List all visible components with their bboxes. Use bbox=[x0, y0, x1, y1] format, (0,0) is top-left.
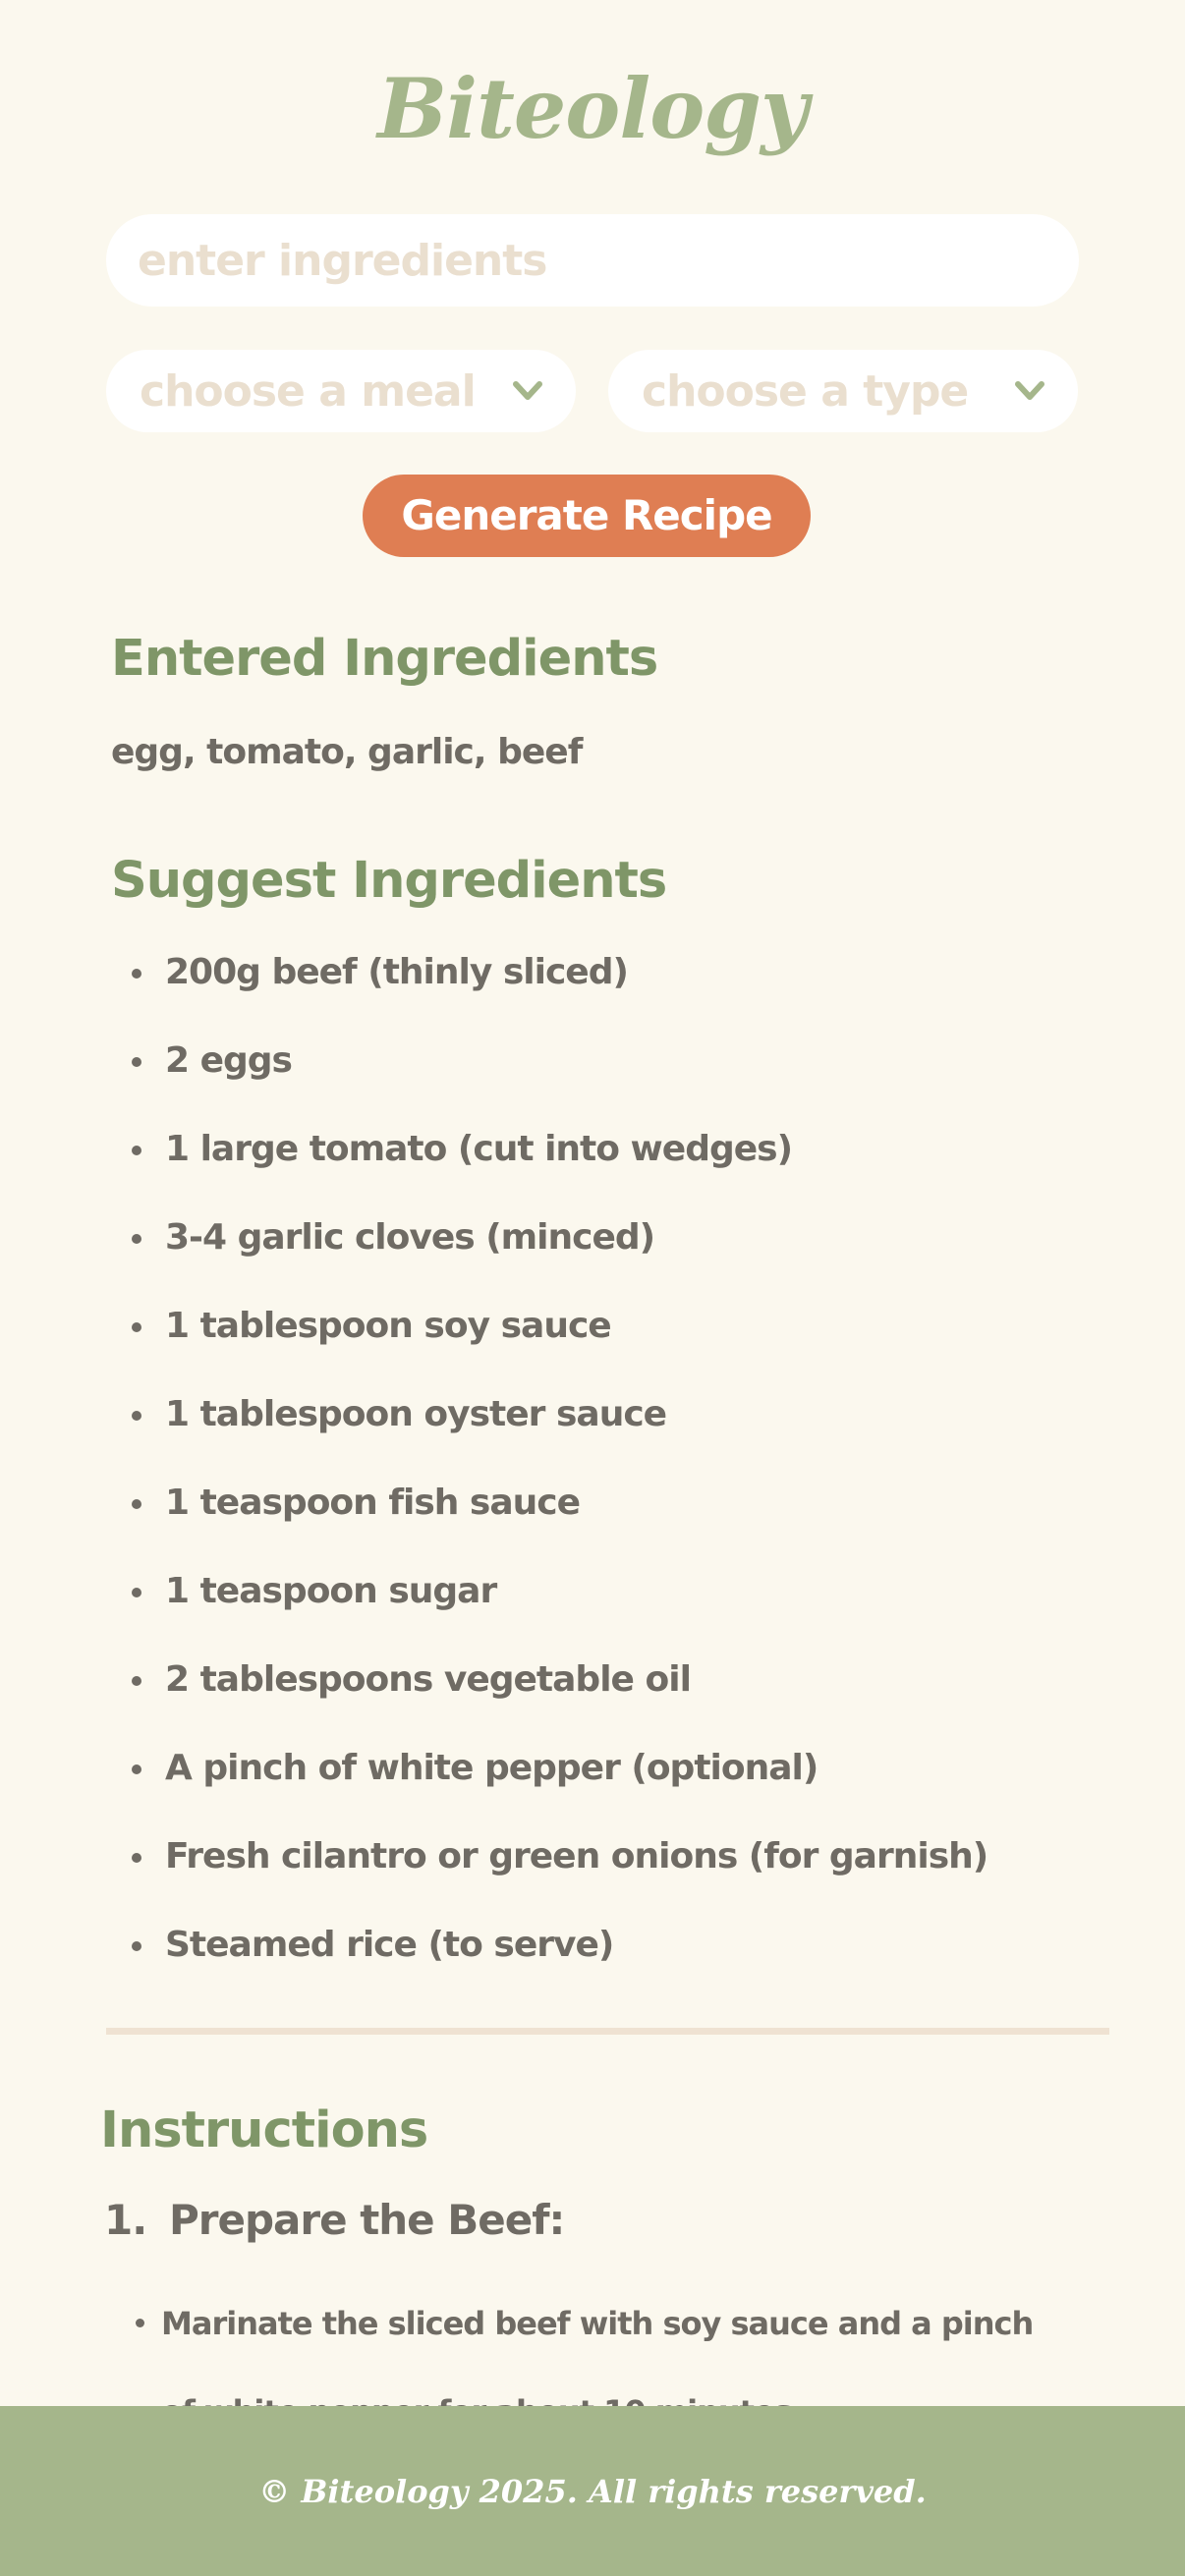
list-item-text: 1 teaspoon sugar bbox=[165, 1571, 497, 1611]
bullet bbox=[132, 1411, 141, 1421]
list-item: Fresh cilantro or green onions (for garn… bbox=[128, 1829, 1169, 1918]
instructions-title: Instructions bbox=[100, 2101, 428, 2159]
list-item: 1 teaspoon fish sauce bbox=[128, 1476, 1169, 1564]
list-item: Steamed rice (to serve) bbox=[128, 1918, 1169, 2006]
bullet bbox=[132, 1234, 141, 1244]
list-item-text: 1 large tomato (cut into wedges) bbox=[165, 1129, 793, 1169]
generate-recipe-button[interactable]: Generate Recipe bbox=[363, 475, 811, 557]
bullet bbox=[132, 1322, 141, 1332]
bullet bbox=[132, 1499, 141, 1509]
bullet bbox=[132, 1941, 141, 1951]
step-number: 1. bbox=[104, 2196, 147, 2244]
type-select-value: choose a type bbox=[642, 365, 969, 417]
list-item-text: 2 tablespoons vegetable oil bbox=[165, 1659, 692, 1700]
bullet bbox=[132, 1853, 141, 1863]
list-item-text: 200g beef (thinly sliced) bbox=[165, 952, 629, 992]
list-item: 3-4 garlic cloves (minced) bbox=[128, 1210, 1169, 1299]
list-item-text: 3-4 garlic cloves (minced) bbox=[165, 1217, 655, 1258]
bullet bbox=[132, 1057, 141, 1067]
list-item: 1 tablespoon soy sauce bbox=[128, 1299, 1169, 1387]
divider bbox=[106, 2028, 1109, 2035]
type-select[interactable]: choose a type bbox=[608, 350, 1078, 432]
bullet bbox=[136, 2319, 144, 2327]
entered-ingredients-text: egg, tomato, garlic, beef bbox=[111, 732, 583, 772]
suggest-ingredients-title: Suggest Ingredients bbox=[111, 852, 667, 910]
chevron-down-icon bbox=[1015, 381, 1044, 400]
app-title: Biteology bbox=[377, 60, 809, 157]
list-item-text: Fresh cilantro or green onions (for garn… bbox=[165, 1836, 988, 1876]
chevron-down-icon bbox=[513, 381, 542, 400]
list-item-text: 2 eggs bbox=[165, 1040, 293, 1081]
meal-select-value: choose a meal bbox=[140, 365, 477, 417]
list-item-text: 1 tablespoon oyster sauce bbox=[165, 1394, 667, 1434]
bullet bbox=[132, 969, 141, 979]
list-item: 2 tablespoons vegetable oil bbox=[128, 1652, 1169, 1741]
bullet bbox=[132, 1588, 141, 1597]
step-heading-text: Prepare the Beef: bbox=[169, 2196, 565, 2244]
step-heading: 1. Prepare the Beef: bbox=[104, 2191, 565, 2250]
list-item: A pinch of white pepper (optional) bbox=[128, 1741, 1169, 1829]
list-item: 1 tablespoon oyster sauce bbox=[128, 1387, 1169, 1476]
suggest-ingredients-list: 200g beef (thinly sliced) 2 eggs 1 large… bbox=[128, 945, 1169, 2006]
list-item-text: Steamed rice (to serve) bbox=[165, 1925, 614, 1965]
ingredients-input[interactable] bbox=[106, 214, 1079, 307]
list-item: 2 eggs bbox=[128, 1034, 1169, 1122]
footer-text: © Biteology 2025. All rights reserved. bbox=[258, 2472, 927, 2510]
footer: © Biteology 2025. All rights reserved. bbox=[0, 2406, 1185, 2576]
list-item-text: A pinch of white pepper (optional) bbox=[165, 1748, 818, 1788]
bullet bbox=[132, 1676, 141, 1686]
entered-ingredients-title: Entered Ingredients bbox=[111, 630, 658, 688]
list-item: 1 large tomato (cut into wedges) bbox=[128, 1122, 1169, 1210]
list-item-text: 1 teaspoon fish sauce bbox=[165, 1483, 581, 1523]
bullet bbox=[132, 1764, 141, 1774]
list-item: 200g beef (thinly sliced) bbox=[128, 945, 1169, 1034]
meal-select[interactable]: choose a meal bbox=[106, 350, 576, 432]
bullet bbox=[132, 1146, 141, 1155]
list-item: 1 teaspoon sugar bbox=[128, 1564, 1169, 1652]
list-item-text: 1 tablespoon soy sauce bbox=[165, 1306, 612, 1346]
